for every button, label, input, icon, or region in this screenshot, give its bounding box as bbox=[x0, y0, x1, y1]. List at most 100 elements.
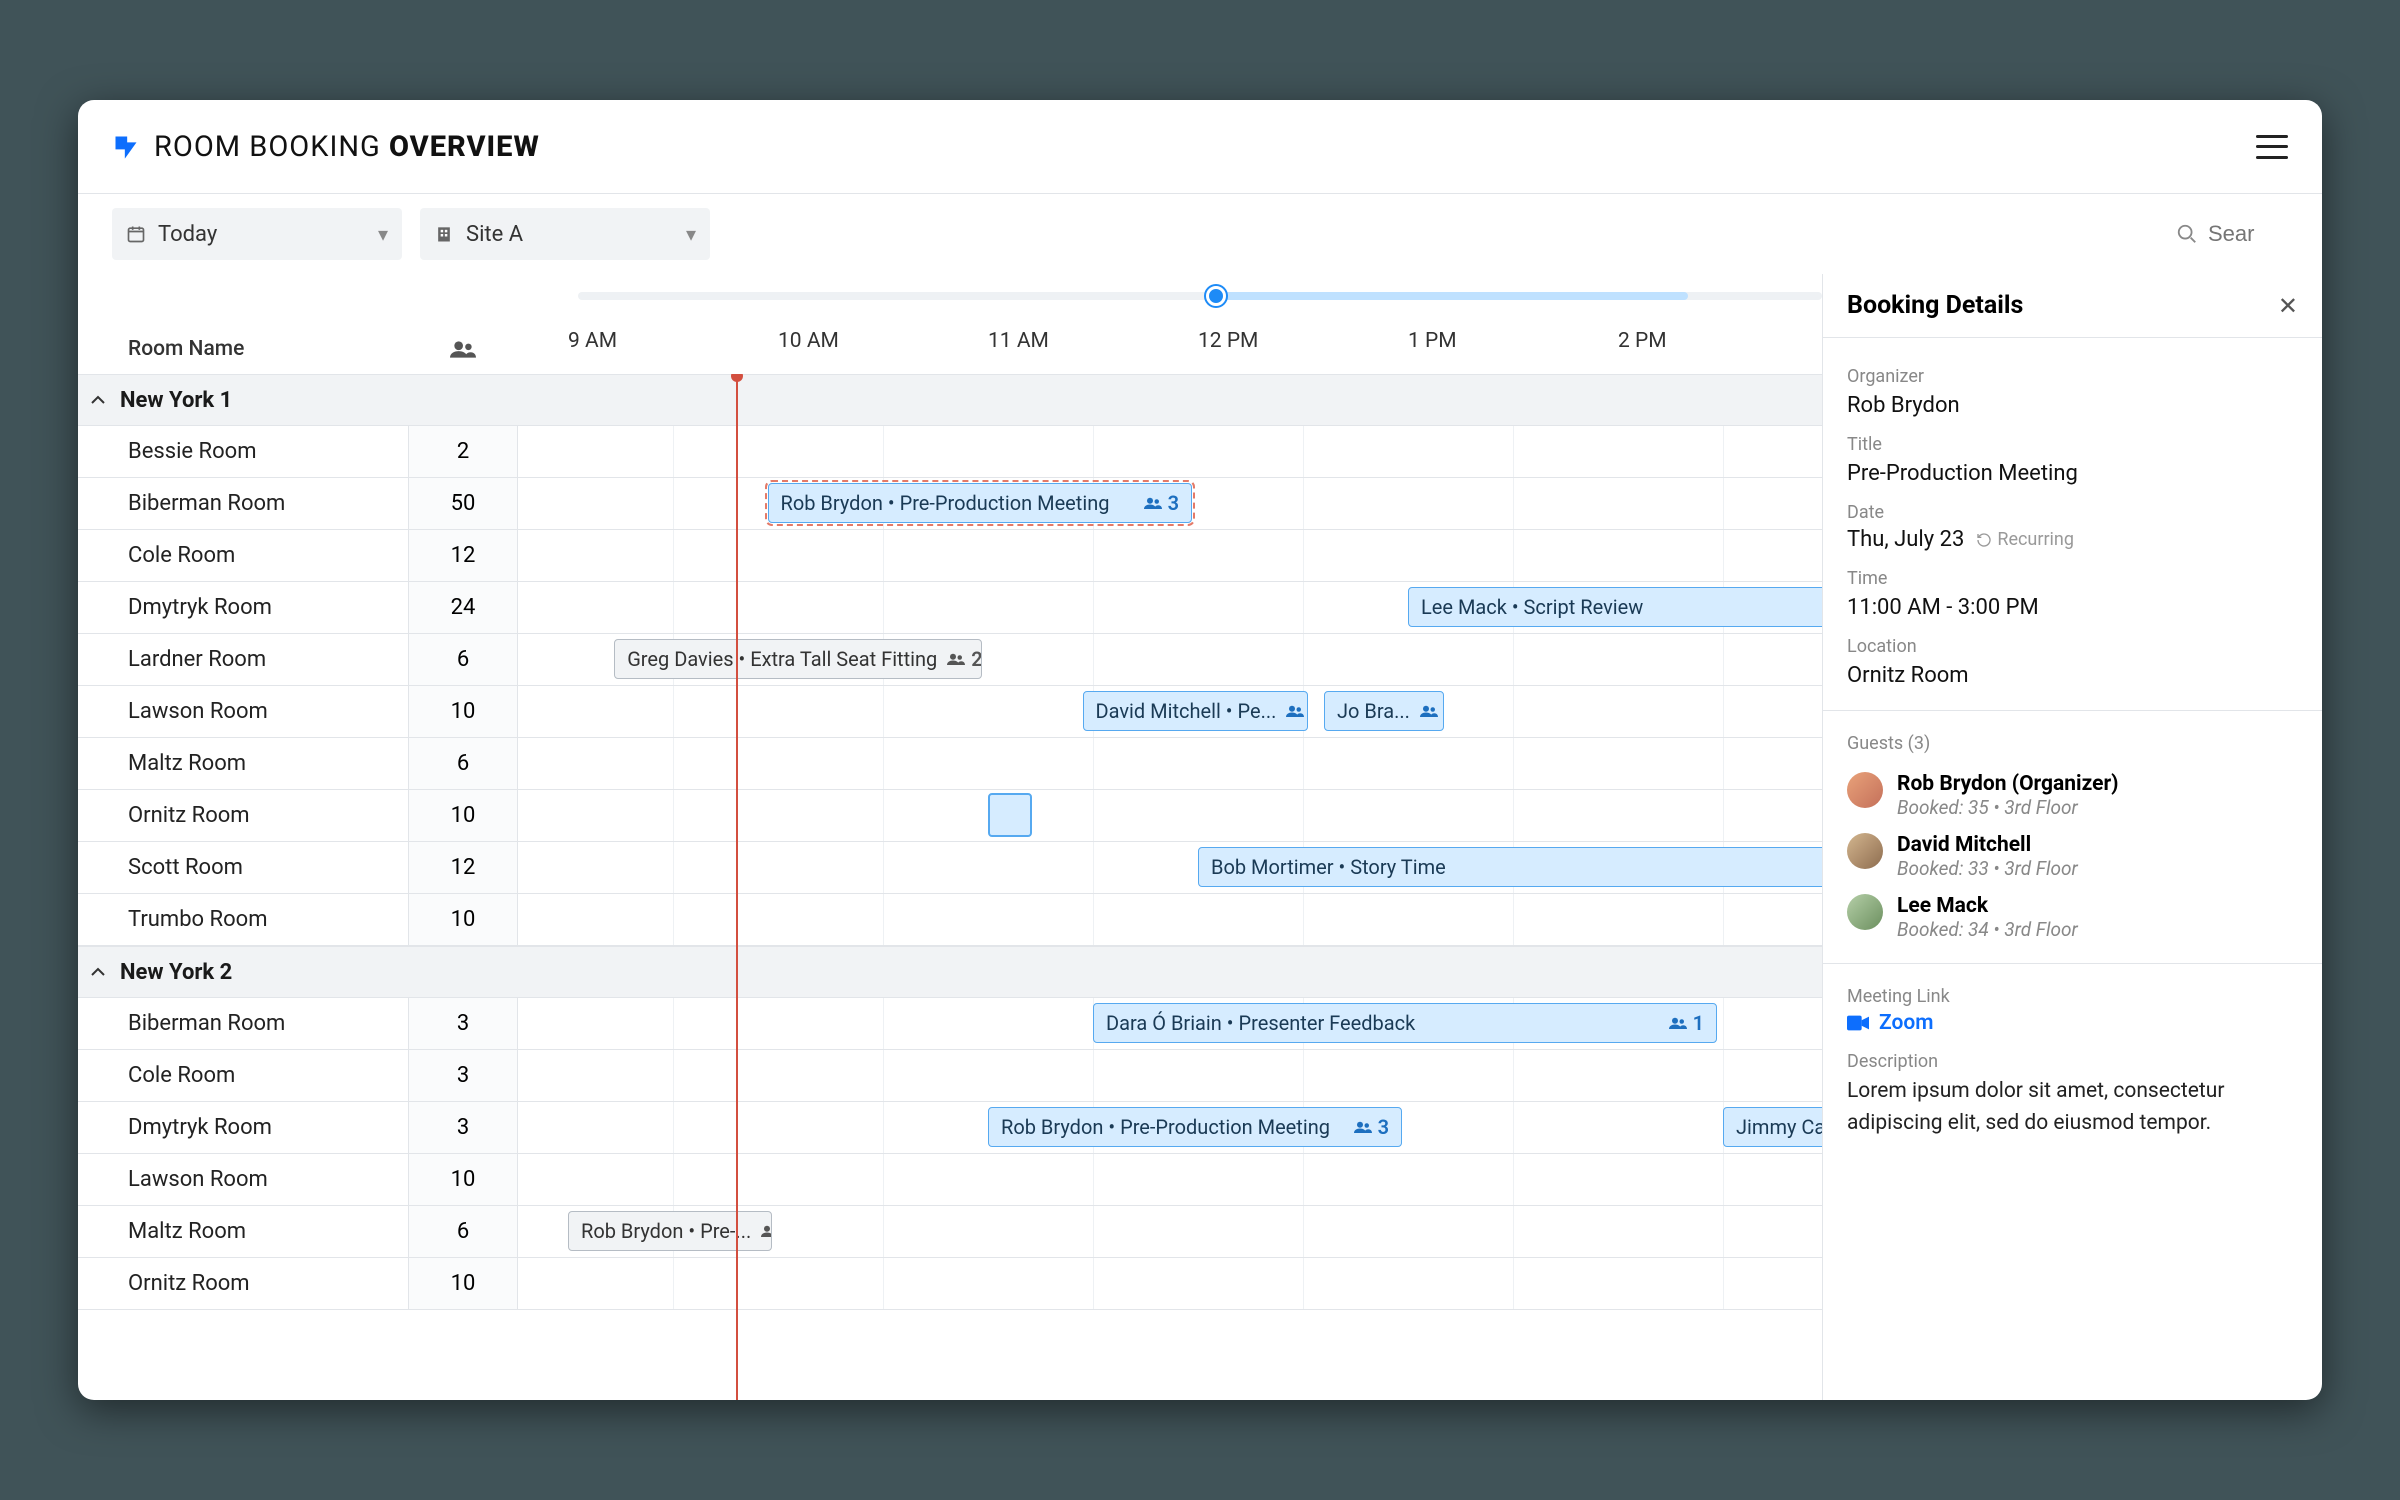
timeline-cell[interactable]: David Mitchell • Pe...11 Jo Bra... 7 bbox=[518, 686, 1822, 737]
menu-icon[interactable] bbox=[2256, 135, 2288, 159]
timeline-cell[interactable] bbox=[518, 1154, 1822, 1205]
avatar bbox=[1847, 894, 1883, 930]
timeline-cell[interactable] bbox=[518, 894, 1822, 945]
room-row: Lardner Room6Greg Davies • Extra Tall Se… bbox=[78, 634, 1822, 686]
room-name-cell[interactable]: Trumbo Room bbox=[78, 894, 408, 945]
timeline-cell[interactable] bbox=[518, 1050, 1822, 1101]
people-icon bbox=[1669, 1016, 1687, 1030]
hour-label: 9 AM bbox=[568, 329, 617, 353]
booking-guest-count: 3 bbox=[761, 1219, 772, 1243]
meeting-link-label: Meeting Link bbox=[1847, 986, 2298, 1007]
timeline-cell[interactable] bbox=[518, 530, 1822, 581]
room-row: Biberman Room3Dara Ó Briain • Presenter … bbox=[78, 998, 1822, 1050]
chevron-up-icon bbox=[90, 967, 110, 977]
room-name-cell[interactable]: Lardner Room bbox=[78, 634, 408, 685]
meeting-link[interactable]: Zoom bbox=[1847, 1011, 2298, 1035]
booking-block[interactable]: Rob Brydon • Pre-Production Meeting3 bbox=[988, 1107, 1402, 1147]
columns-header: Room Name 9 AM10 AM11 AM12 PM1 PM2 PM bbox=[78, 329, 1822, 369]
building-icon bbox=[434, 224, 454, 244]
room-name-cell[interactable]: Ornitz Room bbox=[78, 1258, 408, 1309]
booking-label: Jo Bra... bbox=[1337, 699, 1410, 723]
chevron-down-icon: ▾ bbox=[378, 222, 388, 246]
booking-label: Lee Mack • Script Review bbox=[1421, 595, 1643, 619]
group-row[interactable]: New York 2 bbox=[78, 946, 1822, 998]
timeline-cell[interactable] bbox=[518, 426, 1822, 477]
booking-block[interactable]: Lee Mack • Script Review bbox=[1408, 587, 1822, 627]
timeline-cell[interactable]: Rob Brydon • Pre-Production Meeting3 bbox=[518, 478, 1822, 529]
timeline-cell[interactable]: Rob Brydon • Pre-...3 bbox=[518, 1206, 1822, 1257]
room-row: Maltz Room6Rob Brydon • Pre-...3 bbox=[78, 1206, 1822, 1258]
capacity-cell: 10 bbox=[408, 1154, 518, 1205]
timeline-cell[interactable]: Greg Davies • Extra Tall Seat Fitting2 bbox=[518, 634, 1822, 685]
booking-label: David Mitchell • Pe... bbox=[1096, 699, 1277, 723]
capacity-cell: 3 bbox=[408, 1102, 518, 1153]
booking-block[interactable]: Jimmy Carr • Joke T bbox=[1723, 1107, 1822, 1147]
date-value: Thu, July 23 bbox=[1847, 527, 1964, 552]
group-row[interactable]: New York 1 bbox=[78, 374, 1822, 426]
room-name-cell[interactable]: Lawson Room bbox=[78, 686, 408, 737]
guest-subtitle: Booked: 35 • 3rd Floor bbox=[1897, 796, 2119, 819]
guests-label: Guests (3) bbox=[1847, 733, 2298, 754]
booking-block[interactable]: Bob Mortimer • Story Time bbox=[1198, 847, 1822, 887]
timeline-cell[interactable]: Dara Ó Briain • Presenter Feedback1 bbox=[518, 998, 1822, 1049]
booking-block[interactable]: Greg Davies • Extra Tall Seat Fitting2 bbox=[614, 639, 982, 679]
hour-label: 11 AM bbox=[988, 329, 1049, 353]
room-row: Scott Room12Bob Mortimer • Story Time bbox=[78, 842, 1822, 894]
booking-block[interactable]: David Mitchell • Pe...11 bbox=[1083, 691, 1308, 731]
booking-block[interactable]: Rob Brydon • Pre-...3 bbox=[568, 1211, 772, 1251]
booking-guest-count: 2 bbox=[947, 647, 982, 671]
guests-list: Rob Brydon (Organizer)Booked: 35 • 3rd F… bbox=[1847, 758, 2298, 941]
location-label: Location bbox=[1847, 636, 2298, 657]
timeline-cell[interactable] bbox=[518, 1258, 1822, 1309]
timeline-cell[interactable]: Lee Mack • Script Review bbox=[518, 582, 1822, 633]
room-name-cell[interactable]: Scott Room bbox=[78, 842, 408, 893]
recurring-badge: Recurring bbox=[1976, 529, 2074, 550]
main: Room Name 9 AM10 AM11 AM12 PM1 PM2 PM Ne… bbox=[78, 274, 2322, 1400]
booking-label: Rob Brydon • Pre-Production Meeting bbox=[1001, 1115, 1330, 1139]
date-label: Date bbox=[1847, 502, 2298, 523]
room-name-cell[interactable]: Cole Room bbox=[78, 1050, 408, 1101]
booking-label: Dara Ó Briain • Presenter Feedback bbox=[1106, 1011, 1415, 1035]
time-value: 11:00 AM - 3:00 PM bbox=[1847, 595, 2298, 620]
calendar-icon bbox=[126, 224, 146, 244]
time-slider-handle[interactable] bbox=[1206, 286, 1226, 306]
booking-guest-count: 7 bbox=[1420, 699, 1444, 723]
date-dropdown[interactable]: Today ▾ bbox=[112, 208, 402, 260]
search-box[interactable] bbox=[2176, 221, 2288, 247]
booking-block[interactable]: Jo Bra... 7 bbox=[1324, 691, 1444, 731]
capacity-cell: 10 bbox=[408, 1258, 518, 1309]
room-name-cell[interactable]: Lawson Room bbox=[78, 1154, 408, 1205]
timeline-cell[interactable]: Bob Mortimer • Story Time bbox=[518, 842, 1822, 893]
close-icon[interactable]: ✕ bbox=[2278, 292, 2298, 320]
search-input[interactable] bbox=[2208, 221, 2288, 247]
timeline-cell[interactable] bbox=[518, 790, 1822, 841]
room-name-header: Room Name bbox=[78, 329, 408, 369]
people-icon bbox=[1354, 1120, 1372, 1134]
selection-marker[interactable] bbox=[988, 793, 1032, 837]
booking-block[interactable]: Rob Brydon • Pre-Production Meeting3 bbox=[768, 483, 1193, 523]
guest-subtitle: Booked: 33 • 3rd Floor bbox=[1897, 857, 2078, 880]
room-name-cell[interactable]: Dmytryk Room bbox=[78, 582, 408, 633]
room-name-cell[interactable]: Dmytryk Room bbox=[78, 1102, 408, 1153]
room-name-cell[interactable]: Ornitz Room bbox=[78, 790, 408, 841]
room-name-cell[interactable]: Maltz Room bbox=[78, 738, 408, 789]
timeline-cell[interactable]: Rob Brydon • Pre-Production Meeting3 Jimm… bbox=[518, 1102, 1822, 1153]
date-dropdown-label: Today bbox=[158, 222, 217, 247]
guest-item[interactable]: Lee MackBooked: 34 • 3rd Floor bbox=[1847, 894, 2298, 941]
brand: ROOM BOOKING OVERVIEW bbox=[112, 130, 540, 164]
site-dropdown[interactable]: Site A ▾ bbox=[420, 208, 710, 260]
room-name-cell[interactable]: Bessie Room bbox=[78, 426, 408, 477]
guest-item[interactable]: David MitchellBooked: 33 • 3rd Floor bbox=[1847, 833, 2298, 880]
room-name-cell[interactable]: Cole Room bbox=[78, 530, 408, 581]
booking-label: Jimmy Carr • Joke T bbox=[1736, 1115, 1822, 1139]
guest-name: Lee Mack bbox=[1897, 894, 2078, 918]
room-name-cell[interactable]: Biberman Room bbox=[78, 478, 408, 529]
room-name-cell[interactable]: Biberman Room bbox=[78, 998, 408, 1049]
group-name: New York 2 bbox=[120, 960, 232, 985]
booking-block[interactable]: Dara Ó Briain • Presenter Feedback1 bbox=[1093, 1003, 1717, 1043]
guest-item[interactable]: Rob Brydon (Organizer)Booked: 35 • 3rd F… bbox=[1847, 772, 2298, 819]
details-body: Organizer Rob Brydon Title Pre-Productio… bbox=[1823, 338, 2322, 1155]
time-slider-fill bbox=[1208, 292, 1688, 300]
room-name-cell[interactable]: Maltz Room bbox=[78, 1206, 408, 1257]
timeline-cell[interactable] bbox=[518, 738, 1822, 789]
